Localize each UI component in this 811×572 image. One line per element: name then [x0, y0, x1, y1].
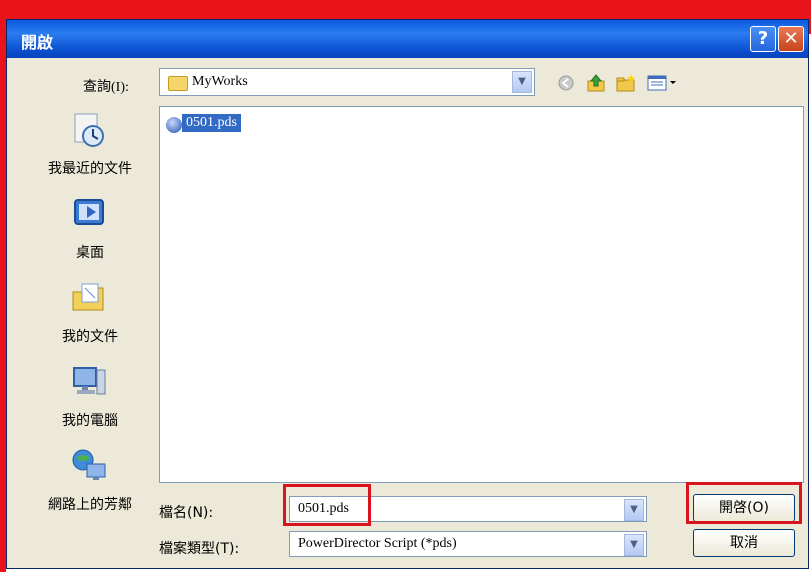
filename-value: 0501.pds [298, 501, 349, 516]
place-label: 網路上的芳鄰 [48, 497, 132, 513]
chevron-down-icon[interactable]: ▼ [512, 71, 532, 93]
back-icon[interactable] [555, 72, 577, 94]
folder-icon [168, 76, 188, 91]
place-recent-documents[interactable]: 我最近的文件 [23, 104, 157, 184]
place-label: 桌面 [76, 245, 104, 261]
place-my-documents[interactable]: 我的文件 [23, 272, 157, 352]
place-label: 我的文件 [62, 329, 118, 345]
cancel-button[interactable]: 取消 [693, 529, 795, 557]
help-icon: ? [757, 28, 769, 49]
my-documents-icon [69, 278, 109, 318]
file-list[interactable]: 0501.pds [159, 106, 804, 483]
filetype-value: PowerDirector Script (*pds) [298, 536, 457, 551]
place-network[interactable]: 網路上的芳鄰 [23, 440, 157, 520]
recent-documents-icon [69, 110, 109, 150]
place-label: 我最近的文件 [48, 161, 132, 177]
chevron-down-icon[interactable]: ▼ [624, 499, 644, 521]
title-bar[interactable]: 開啟 ? ✕ [7, 20, 808, 58]
network-places-icon [69, 446, 109, 486]
open-button[interactable]: 開啓(O) [693, 494, 795, 522]
filename-input[interactable]: 0501.pds ▼ [289, 496, 647, 522]
places-bar: 我最近的文件 桌面 我的文件 我的電腦 網路上的芳鄰 [23, 104, 157, 524]
chevron-down-icon[interactable]: ▼ [624, 534, 644, 556]
dialog-title: 開啟 [21, 33, 54, 52]
place-label: 我的電腦 [62, 413, 118, 429]
up-folder-icon[interactable] [585, 72, 607, 94]
list-item[interactable]: 0501.pds [166, 113, 241, 135]
file-name: 0501.pds [182, 114, 241, 132]
open-file-dialog: 開啟 ? ✕ 查詢(I): MyWorks ▼ 我最近的文件 桌面 我的文件 我… [6, 19, 809, 569]
new-folder-icon[interactable] [615, 72, 637, 94]
pds-file-icon [166, 117, 182, 133]
my-computer-icon [69, 362, 109, 402]
place-my-computer[interactable]: 我的電腦 [23, 356, 157, 436]
look-in-label: 查詢(I): [83, 80, 129, 95]
filename-label: 檔名(N): [159, 505, 214, 521]
desktop-icon [69, 194, 109, 234]
look-in-dropdown[interactable]: MyWorks ▼ [159, 68, 535, 96]
help-button[interactable]: ? [750, 26, 776, 52]
filetype-dropdown[interactable]: PowerDirector Script (*pds) ▼ [289, 531, 647, 557]
look-in-value: MyWorks [192, 74, 248, 89]
close-button[interactable]: ✕ [778, 26, 804, 52]
views-menu-icon[interactable] [645, 72, 679, 94]
close-icon: ✕ [783, 28, 799, 49]
filetype-label: 檔案類型(T): [159, 541, 240, 557]
place-desktop[interactable]: 桌面 [23, 188, 157, 268]
